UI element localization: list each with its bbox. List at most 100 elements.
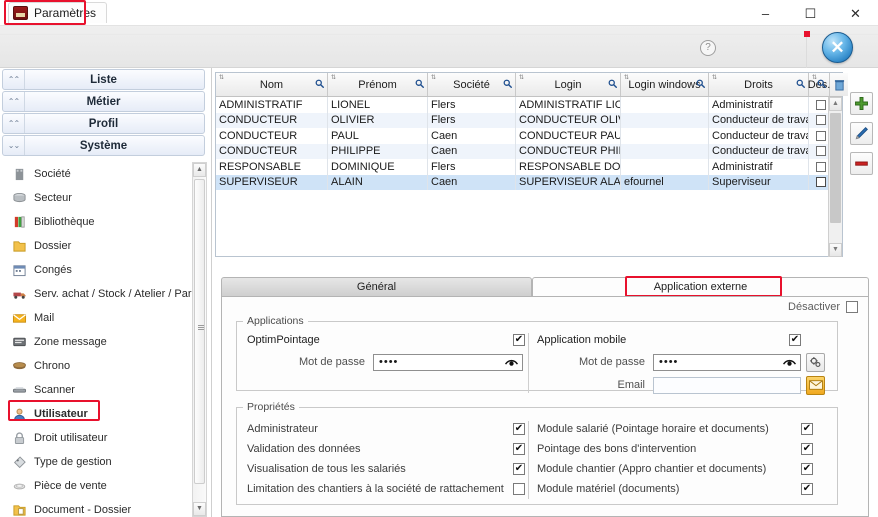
minimize-button[interactable]: – xyxy=(743,0,788,26)
magnifier-icon[interactable] xyxy=(817,79,826,88)
grid-column-header-prnom[interactable]: ⇅ Prénom xyxy=(328,73,428,96)
sidebar-item-chrono[interactable]: Chrono xyxy=(0,354,212,378)
chevron-up-icon: ⌃⌃ xyxy=(3,70,25,89)
grid-column-header-socit[interactable]: ⇅ Société xyxy=(428,73,516,96)
table-row[interactable]: ADMINISTRATIF LIONEL Flers ADMINISTRATIF LI… xyxy=(216,97,842,113)
grid-delete-column-header[interactable] xyxy=(830,73,848,96)
sidebar-item-mail[interactable]: Mail xyxy=(0,306,212,330)
optim-password-input[interactable]: •••• xyxy=(373,353,523,371)
tab-application-externe[interactable]: Application externe xyxy=(532,277,869,297)
sidebar-item-zone-message[interactable]: Zone message xyxy=(0,330,212,354)
grid-column-header-loginwindows[interactable]: ⇅ Login windows xyxy=(621,73,709,96)
close-button[interactable]: ✕ xyxy=(833,0,878,26)
magnifier-icon[interactable] xyxy=(503,79,512,88)
optimpointage-checkbox[interactable]: ✔ xyxy=(513,334,525,346)
table-row[interactable]: RESPONSABLEDOMINIQUEFlersRESPONSABLE DOM… xyxy=(216,159,842,175)
add-button[interactable] xyxy=(850,92,873,115)
optimpointage-label: OptimPointage xyxy=(247,334,320,346)
close-round-button[interactable]: ✕ xyxy=(822,32,853,63)
row-checkbox[interactable] xyxy=(815,99,826,110)
desactiver-checkbox[interactable] xyxy=(846,301,858,313)
magnifier-icon[interactable] xyxy=(696,79,705,88)
propriete-checkbox[interactable]: ✔ xyxy=(513,443,525,455)
tab-g-n-ral[interactable]: Général xyxy=(221,277,532,297)
sidebar-item-secteur[interactable]: Secteur xyxy=(0,186,212,210)
row-checkbox[interactable] xyxy=(815,177,826,188)
sidebar-scrollbar[interactable]: ▲ ▼ xyxy=(192,162,207,517)
sidebar-accordion-profil[interactable]: ⌃⌃ Profil xyxy=(2,113,205,134)
books-icon xyxy=(12,215,27,229)
sidebar-item-droit-utilisateur[interactable]: Droit utilisateur xyxy=(0,426,212,450)
table-cell-des-checkbox[interactable] xyxy=(809,112,830,128)
grid-header-row: ⇅ Nom ⇅ Prénom ⇅ Société ⇅ Login ⇅ Login windows ⇅… xyxy=(216,73,848,97)
table-cell-des-checkbox[interactable] xyxy=(809,174,830,190)
propriete-checkbox[interactable]: ✔ xyxy=(801,483,813,495)
scroll-down-icon[interactable]: ▼ xyxy=(193,502,206,516)
sidebar-item-serv-achat-stock-atelier-parc[interactable]: Serv. achat / Stock / Atelier / Parc xyxy=(0,282,212,306)
sidebar-item-type-de-gestion[interactable]: Type de gestion xyxy=(0,450,212,474)
table-cell-droits: Conducteur de travaux xyxy=(709,112,809,128)
eye-icon[interactable] xyxy=(505,358,518,368)
eye-icon[interactable] xyxy=(783,358,796,368)
magnifier-icon[interactable] xyxy=(608,79,617,88)
sidebar-scroll-thumb[interactable] xyxy=(194,179,205,484)
row-checkbox[interactable] xyxy=(815,115,826,126)
grid-scroll-up-icon[interactable]: ▲ xyxy=(829,97,842,111)
table-row[interactable]: CONDUCTEURPHILIPPECaenCONDUCTEUR PHILIPP… xyxy=(216,143,842,159)
grid-column-header-nom[interactable]: ⇅ Nom xyxy=(216,73,328,96)
grid-scrollbar[interactable]: ▲ ▼ xyxy=(828,97,842,257)
edit-button[interactable] xyxy=(850,122,873,145)
sidebar-item-dossier[interactable]: Dossier xyxy=(0,234,212,258)
application-mobile-checkbox[interactable]: ✔ xyxy=(789,334,801,346)
magnifier-icon[interactable] xyxy=(315,79,324,88)
table-cell-des-checkbox[interactable] xyxy=(809,143,830,159)
table-cell-prenom: DOMINIQUE xyxy=(328,159,428,175)
grid-column-header-droits[interactable]: ⇅ Droits xyxy=(709,73,809,96)
table-cell-des-checkbox[interactable] xyxy=(809,97,830,113)
grid-column-header-login[interactable]: ⇅ Login xyxy=(516,73,621,96)
sidebar-item-label: Secteur xyxy=(34,192,72,204)
row-checkbox[interactable] xyxy=(815,146,826,157)
sidebar-item-pi-ce-de-vente[interactable]: Pièce de vente xyxy=(0,474,212,498)
row-checkbox[interactable] xyxy=(815,130,826,141)
mobile-settings-button[interactable] xyxy=(806,352,825,372)
sidebar-item-utilisateur[interactable]: Utilisateur xyxy=(0,402,212,426)
grid-scroll-down-icon[interactable]: ▼ xyxy=(829,243,842,257)
propriete-checkbox[interactable]: ✔ xyxy=(513,463,525,475)
propriete-checkbox[interactable]: ✔ xyxy=(513,423,525,435)
mobile-email-input[interactable] xyxy=(653,376,801,394)
window-tab-parametres[interactable]: Paramètres xyxy=(8,2,108,23)
scroll-up-icon[interactable]: ▲ xyxy=(193,163,206,177)
delete-button[interactable] xyxy=(850,152,873,175)
magnifier-icon[interactable] xyxy=(796,79,805,88)
sidebar-item-scanner[interactable]: Scanner xyxy=(0,378,212,402)
table-cell-des-checkbox[interactable] xyxy=(809,159,830,175)
table-row[interactable]: CONDUCTEUROLIVIERFlersCONDUCTEUR OLIVIER… xyxy=(216,112,842,128)
sort-indicator-icon: ⇅ xyxy=(712,75,718,81)
mobile-mail-button[interactable] xyxy=(806,375,825,395)
table-row[interactable]: SUPERVISEUR ALAIN Caen SUPERVISEUR ALAIN efo… xyxy=(216,174,842,190)
help-icon[interactable]: ? xyxy=(700,40,716,56)
row-checkbox[interactable] xyxy=(815,161,826,172)
sidebar-item-biblioth-que[interactable]: Bibliothèque xyxy=(0,210,212,234)
table-row[interactable]: CONDUCTEUR PAUL Caen CONDUCTEUR PAUL Conduct… xyxy=(216,128,842,144)
propriete-checkbox[interactable] xyxy=(513,483,525,495)
sidebar-accordion-systme[interactable]: ⌄⌄ Système xyxy=(2,135,205,156)
mobile-password-input[interactable]: •••• xyxy=(653,353,801,371)
tab-panel-application-externe: Désactiver Applications OptimPointage ✔ … xyxy=(221,296,869,517)
maximize-button[interactable]: ☐ xyxy=(788,0,833,26)
sidebar-accordion-label: Métier xyxy=(86,95,121,108)
grid-column-header-des[interactable]: ⇅ Des. xyxy=(808,73,830,96)
grid-scroll-thumb[interactable] xyxy=(830,113,841,223)
sidebar-item-document-dossier[interactable]: Document - Dossier xyxy=(0,498,212,517)
propriete-checkbox[interactable]: ✔ xyxy=(801,423,813,435)
sidebar-accordion-mtier[interactable]: ⌃⌃ Métier xyxy=(2,91,205,112)
folder-icon xyxy=(12,239,27,253)
sidebar-accordion-liste[interactable]: ⌃⌃ Liste xyxy=(2,69,205,90)
propriete-checkbox[interactable]: ✔ xyxy=(801,463,813,475)
sidebar-item-soci-t[interactable]: Société xyxy=(0,162,212,186)
table-cell-des-checkbox[interactable] xyxy=(809,128,830,144)
sidebar-item-cong-s[interactable]: Congés xyxy=(0,258,212,282)
magnifier-icon[interactable] xyxy=(415,79,424,88)
propriete-checkbox[interactable]: ✔ xyxy=(801,443,813,455)
